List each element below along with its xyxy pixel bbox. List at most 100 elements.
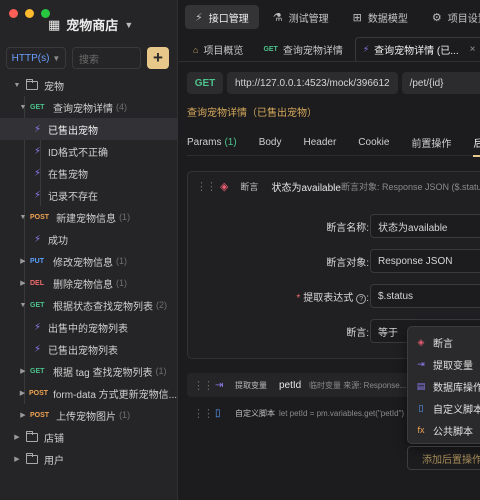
minimize-window-button[interactable] bbox=[25, 9, 34, 18]
assertion-name-input[interactable]: 状态为available bbox=[370, 214, 480, 238]
search-placeholder: 搜索 bbox=[79, 54, 99, 66]
folder-icon bbox=[26, 452, 38, 464]
chevron-right-icon: ▶ bbox=[20, 412, 26, 419]
subtab-pre-operations[interactable]: 前置操作 bbox=[411, 130, 451, 156]
folder-icon bbox=[26, 430, 38, 442]
tree-endpoint[interactable]: ▶ DEL 删除宠物信息 (1) bbox=[0, 272, 177, 294]
protocol-select[interactable]: HTTP(s) ▼ bbox=[6, 47, 66, 69]
subtab-body[interactable]: Body bbox=[259, 130, 282, 156]
menu-item-extract-variable[interactable]: ⇥ 提取变量 bbox=[408, 353, 480, 375]
lightning-icon: ⚡ bbox=[34, 145, 42, 157]
protocol-value: HTTP(s) bbox=[11, 52, 50, 64]
sidebar-search-input[interactable]: 搜索 bbox=[72, 47, 141, 69]
menu-item-custom-script[interactable]: ▯ 自定义脚本 bbox=[408, 397, 480, 419]
request-method[interactable]: GET bbox=[187, 72, 223, 94]
tree-folder-user[interactable]: ▶ 用户 bbox=[0, 448, 177, 470]
chevron-down-icon: ▼ bbox=[19, 103, 27, 111]
tree-endpoint[interactable]: ▶ POST 上传宠物图片 (1) bbox=[0, 404, 177, 426]
tree-endpoint[interactable]: ▼ GET 查询宠物详情 (4) bbox=[0, 96, 177, 118]
project-name: 宠物商店 bbox=[66, 18, 119, 33]
tab-case-detail[interactable]: ⚡ 查询宠物详情 (已... × bbox=[354, 37, 480, 61]
lightning-icon: ⚡ bbox=[34, 123, 42, 135]
request-base-url[interactable]: http://127.0.0.1:4523/mock/396612 bbox=[227, 72, 398, 94]
close-icon[interactable]: × bbox=[470, 44, 476, 55]
tree-case[interactable]: ⚡ 出售中的宠物列表 bbox=[0, 316, 177, 338]
method-badge: POST bbox=[30, 411, 50, 419]
tree-endpoint[interactable]: ▼ POST 新建宠物信息 (1) bbox=[0, 206, 177, 228]
request-url-bar: GET http://127.0.0.1:4523/mock/396612 /p… bbox=[187, 72, 480, 94]
tree-case[interactable]: ⚡ 成功 bbox=[0, 228, 177, 250]
grid-icon: ⊞ bbox=[352, 11, 362, 24]
tree-folder-pets[interactable]: ▼ 宠物 bbox=[0, 74, 177, 96]
case-title: 查询宠物详情（已售出宠物） bbox=[187, 108, 317, 119]
required-mark: * bbox=[296, 292, 301, 304]
subtab-header[interactable]: Header bbox=[303, 130, 336, 156]
script-icon: ▯ bbox=[215, 407, 221, 419]
nav-project-settings[interactable]: ⚙ 项目设置 bbox=[422, 5, 480, 29]
tree-case-selected[interactable]: ⚡ 已售出宠物 bbox=[0, 118, 177, 140]
tree-endpoint[interactable]: ▶ PUT 修改宠物信息 (1) bbox=[0, 250, 177, 272]
nav-api-management[interactable]: ⚡ 接口管理 bbox=[185, 5, 259, 29]
project-icon: ▦ bbox=[48, 16, 61, 32]
method-badge: GET bbox=[30, 301, 45, 309]
function-icon: fx bbox=[417, 425, 425, 435]
add-post-operation-menu: ◈ 断言 ⇥ 提取变量 ▤ 数据库操作 ▯ 自定义脚本 fx 公共脚本 bbox=[407, 326, 480, 444]
nav-test-management[interactable]: ⚗ 测试管理 bbox=[263, 5, 339, 29]
method-badge: GET bbox=[263, 46, 278, 53]
tree-case[interactable]: ⚡ ID格式不正确 bbox=[0, 140, 177, 162]
tab-project-overview[interactable]: ⌂ 项目概览 bbox=[185, 37, 251, 61]
method-badge: GET bbox=[30, 103, 45, 111]
lightning-icon: ⚡ bbox=[34, 167, 42, 179]
tab-endpoint-detail[interactable]: GET 查询宠物详情 bbox=[255, 37, 350, 61]
nav-data-model[interactable]: ⊞ 数据模型 bbox=[343, 5, 418, 29]
assertion-expression-row: * 提取表达式?: $.status bbox=[188, 284, 480, 308]
menu-item-database[interactable]: ▤ 数据库操作 bbox=[408, 375, 480, 397]
tree-folder-store[interactable]: ▶ 店铺 bbox=[0, 426, 177, 448]
request-subtabs: Params(1) Body Header Cookie 前置操作 后置 bbox=[187, 130, 480, 157]
chevron-down-icon: ▼ bbox=[19, 301, 27, 309]
top-nav: ⚡ 接口管理 ⚗ 测试管理 ⊞ 数据模型 ⚙ 项目设置 bbox=[179, 0, 480, 34]
sidebar-toolbar: HTTP(s) ▼ 搜索 + bbox=[6, 47, 169, 69]
subtab-post-operations[interactable]: 后置 bbox=[473, 130, 480, 157]
drag-handle-icon[interactable]: ⋮⋮ bbox=[193, 379, 214, 392]
assertion-expression-input[interactable]: $.status bbox=[370, 284, 480, 308]
assertion-target-row: 断言对象: Response JSON bbox=[188, 249, 480, 273]
subtab-cookie[interactable]: Cookie bbox=[358, 130, 389, 156]
chevron-right-icon: ▶ bbox=[20, 368, 26, 375]
tree-endpoint[interactable]: ▼ GET 根据状态查找宠物列表 (2) bbox=[0, 294, 177, 316]
flask-icon: ⚗ bbox=[272, 11, 283, 24]
chevron-right-icon: ▶ bbox=[20, 280, 26, 287]
method-badge: PUT bbox=[30, 257, 44, 265]
request-path[interactable]: /pet/{id} bbox=[401, 72, 480, 94]
project-switcher[interactable]: ▦ 宠物商店 ▼ bbox=[48, 15, 133, 34]
tree-case[interactable]: ⚡ 记录不存在 bbox=[0, 184, 177, 206]
lightning-icon: ⚡ bbox=[34, 233, 42, 245]
script-icon: ▯ bbox=[418, 402, 424, 413]
tree-case[interactable]: ⚡ 已售出宠物列表 bbox=[0, 338, 177, 360]
chevron-right-icon: ▶ bbox=[14, 456, 20, 463]
extract-variable-icon: ⇥ bbox=[215, 379, 224, 391]
help-icon[interactable]: ? bbox=[356, 293, 367, 304]
drag-handle-icon[interactable]: ⋮⋮ bbox=[193, 407, 214, 420]
lightning-icon: ⚡ bbox=[34, 343, 42, 355]
chevron-down-icon: ▼ bbox=[52, 53, 61, 63]
method-badge: GET bbox=[30, 367, 45, 375]
assertion-target-select[interactable]: Response JSON bbox=[370, 249, 480, 273]
add-button[interactable]: + bbox=[147, 47, 169, 69]
lightning-icon: ⚡ bbox=[195, 11, 203, 24]
tree-case[interactable]: ⚡ 在售宠物 bbox=[0, 162, 177, 184]
chevron-down-icon: ▼ bbox=[13, 81, 21, 89]
assertion-header[interactable]: ⋮⋮ ◈ 断言 状态为available 断言对象: Response JSON… bbox=[188, 172, 480, 200]
subtab-params[interactable]: Params (1) bbox=[187, 130, 237, 156]
close-window-button[interactable] bbox=[9, 9, 18, 18]
add-post-operation-button[interactable]: 添加后置操作 bbox=[407, 446, 480, 470]
menu-item-assertion[interactable]: ◈ 断言 bbox=[408, 331, 480, 353]
tree-endpoint[interactable]: ▶ GET 根据 tag 查找宠物列表 (1) bbox=[0, 360, 177, 382]
tree-endpoint[interactable]: ▶ POST form-data 方式更新宠物信... bbox=[0, 382, 177, 404]
home-icon: ⌂ bbox=[193, 44, 199, 55]
menu-item-public-script[interactable]: fx 公共脚本 bbox=[408, 419, 480, 441]
window-controls bbox=[9, 9, 50, 18]
chevron-down-icon: ▼ bbox=[124, 19, 134, 30]
sidebar: ▦ 宠物商店 ▼ HTTP(s) ▼ 搜索 + ▼ 宠物 ▼ GET 查询宠物详… bbox=[0, 0, 178, 500]
drag-handle-icon[interactable]: ⋮⋮ bbox=[196, 180, 217, 193]
